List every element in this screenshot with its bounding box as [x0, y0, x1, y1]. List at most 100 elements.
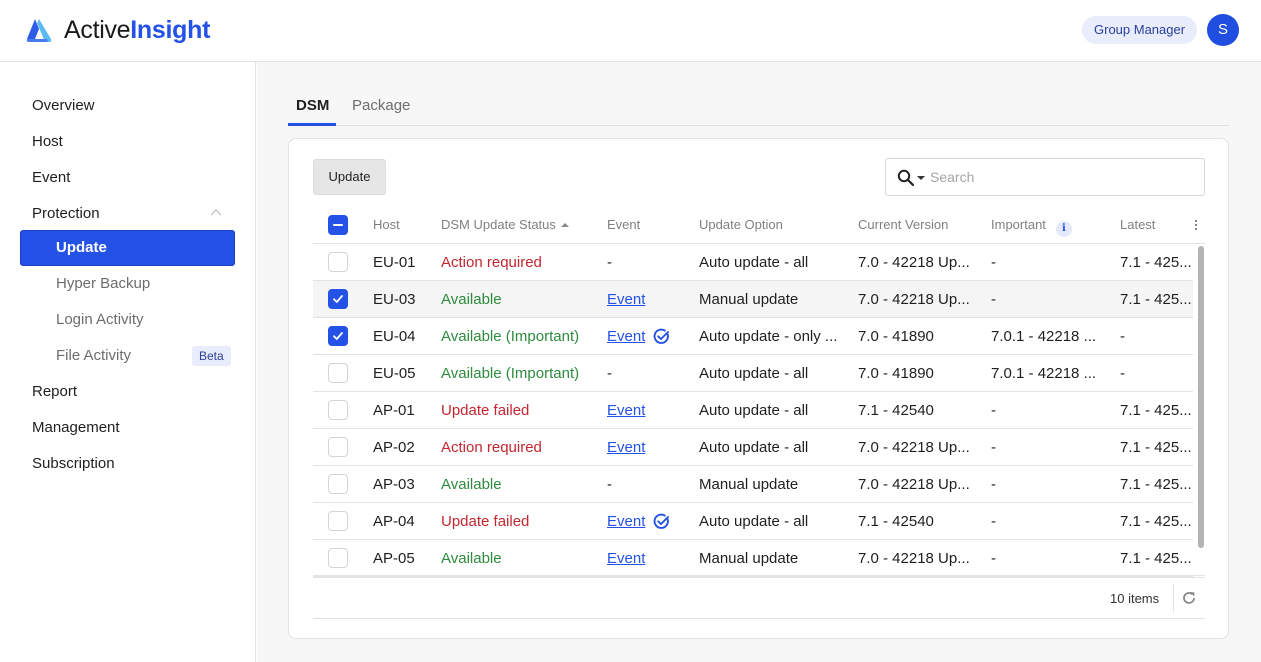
update-table-card: Update Host DSM Update Status Event Upda… [288, 138, 1229, 639]
chevron-up-icon[interactable] [210, 208, 222, 216]
cell-host: AP-01 [373, 402, 415, 419]
event-link[interactable]: Event [607, 328, 645, 345]
cell-host: AP-02 [373, 439, 415, 456]
sidebar-item-subscription[interactable]: Subscription [32, 454, 115, 474]
column-header-important[interactable]: Important i [991, 217, 1072, 237]
row-checkbox[interactable] [328, 363, 348, 383]
tab-bar: DSM Package [288, 86, 1229, 126]
cell-status: Available [441, 550, 502, 567]
event-link[interactable]: Event [607, 513, 645, 530]
cell-important: - [991, 291, 996, 308]
event-link[interactable]: Event [607, 550, 645, 567]
sidebar-item-protection[interactable]: Protection [32, 204, 100, 224]
table-row[interactable]: AP-01 Update failed Event Auto update - all… [313, 392, 1193, 429]
sidebar-item-update[interactable]: Update [20, 230, 235, 266]
cell-status: Available [441, 476, 502, 493]
event-link[interactable]: Event [607, 402, 645, 419]
row-checkbox[interactable] [328, 400, 348, 420]
search-filter-caret-icon[interactable] [917, 176, 925, 180]
info-icon[interactable]: i [1055, 221, 1072, 237]
cell-update-option: Auto update - all [699, 513, 809, 530]
sidebar-item-event[interactable]: Event [32, 168, 70, 188]
sidebar-item-report[interactable]: Report [32, 382, 77, 402]
update-button[interactable]: Update [313, 159, 386, 195]
table-row[interactable]: EU-03 Available Event Manual update 7.0 - 42… [313, 281, 1193, 318]
row-checkbox[interactable] [328, 252, 348, 272]
column-header-event[interactable]: Event [607, 217, 640, 233]
sidebar-item-update-label: Update [56, 239, 107, 256]
sidebar-item-login-activity[interactable]: Login Activity [56, 310, 144, 330]
cell-update-option: Manual update [699, 550, 799, 567]
row-checkbox[interactable] [328, 511, 348, 531]
sidebar-item-file-activity[interactable]: File Activity [56, 346, 131, 366]
cell-latest: 7.1 - 425... [1120, 291, 1192, 308]
cell-event: Event [607, 550, 645, 567]
table-row[interactable]: AP-05 Available Event Manual update 7.0 - 42… [313, 540, 1193, 577]
cell-latest: 7.1 - 425... [1120, 476, 1192, 493]
table-header: Host DSM Update Status Event Update Opti… [313, 207, 1205, 244]
row-checkbox[interactable] [328, 548, 348, 568]
table-row[interactable]: AP-03 Available - Manual update 7.0 - 42218 … [313, 466, 1193, 503]
table-footer: 10 items [313, 577, 1205, 619]
cell-update-option: Auto update - all [699, 402, 809, 419]
search-input[interactable] [930, 159, 1200, 195]
column-header-host[interactable]: Host [373, 217, 400, 233]
sidebar-item-host[interactable]: Host [32, 132, 63, 152]
app-logo[interactable]: ActiveInsight [25, 15, 210, 45]
cell-update-option: Manual update [699, 291, 799, 308]
table-scrollbar[interactable] [1198, 246, 1204, 548]
cell-host: AP-03 [373, 476, 415, 493]
table-row[interactable]: EU-04 Available (Important) Event Auto upda… [313, 318, 1193, 355]
row-checkbox[interactable] [328, 474, 348, 494]
column-menu-kebab-icon[interactable] [1195, 220, 1198, 232]
cell-host: EU-01 [373, 254, 416, 271]
cell-host: AP-04 [373, 513, 415, 530]
cell-host: EU-05 [373, 365, 416, 382]
cell-latest: 7.1 - 425... [1120, 513, 1192, 530]
column-header-status[interactable]: DSM Update Status [441, 217, 569, 233]
cell-event: Event [607, 328, 669, 345]
footer-separator [1173, 584, 1174, 612]
cell-important: 7.0.1 - 42218 ... [991, 328, 1097, 345]
sidebar-item-management[interactable]: Management [32, 418, 120, 438]
user-avatar[interactable]: S [1207, 14, 1239, 46]
cell-current-version: 7.0 - 42218 Up... [858, 254, 970, 271]
cell-important: 7.0.1 - 42218 ... [991, 365, 1097, 382]
cell-status: Action required [441, 254, 542, 271]
tab-dsm[interactable]: DSM [296, 96, 329, 116]
cell-important: - [991, 402, 996, 419]
column-header-update-option[interactable]: Update Option [699, 217, 783, 233]
tab-package[interactable]: Package [352, 96, 410, 116]
table-body: EU-01 Action required - Auto update - all 7.… [313, 244, 1205, 577]
search-icon[interactable] [897, 169, 915, 187]
select-all-checkbox[interactable] [328, 215, 348, 235]
event-link[interactable]: Event [607, 439, 645, 456]
row-checkbox[interactable] [328, 289, 348, 309]
cell-status: Update failed [441, 402, 530, 419]
cell-current-version: 7.0 - 42218 Up... [858, 439, 970, 456]
table-row[interactable]: AP-02 Action required Event Auto update - a… [313, 429, 1193, 466]
item-count: 10 items [1110, 591, 1160, 606]
cell-update-option: Auto update - all [699, 365, 809, 382]
column-header-current-version[interactable]: Current Version [858, 217, 948, 233]
column-header-important-label: Important [991, 217, 1046, 232]
role-badge[interactable]: Group Manager [1082, 16, 1198, 44]
cell-current-version: 7.1 - 42540 [858, 402, 934, 419]
sidebar-item-hyper-backup[interactable]: Hyper Backup [56, 274, 150, 294]
row-checkbox[interactable] [328, 437, 348, 457]
row-checkbox[interactable] [328, 326, 348, 346]
search-box[interactable] [885, 158, 1205, 196]
sidebar-item-overview[interactable]: Overview [32, 96, 95, 116]
check-circle-icon [653, 328, 669, 344]
activeinsight-logo-icon [26, 19, 52, 42]
table-row[interactable]: EU-05 Available (Important) - Auto update -… [313, 355, 1193, 392]
event-link[interactable]: Event [607, 291, 645, 308]
cell-latest: 7.1 - 425... [1120, 439, 1192, 456]
cell-latest: - [1120, 328, 1125, 345]
cell-current-version: 7.0 - 41890 [858, 365, 934, 382]
checkmark-icon [333, 295, 343, 303]
refresh-icon[interactable] [1181, 590, 1197, 606]
column-header-latest[interactable]: Latest [1120, 217, 1155, 233]
table-row[interactable]: AP-04 Update failed Event Auto update - all… [313, 503, 1193, 540]
table-row[interactable]: EU-01 Action required - Auto update - all 7.… [313, 244, 1193, 281]
